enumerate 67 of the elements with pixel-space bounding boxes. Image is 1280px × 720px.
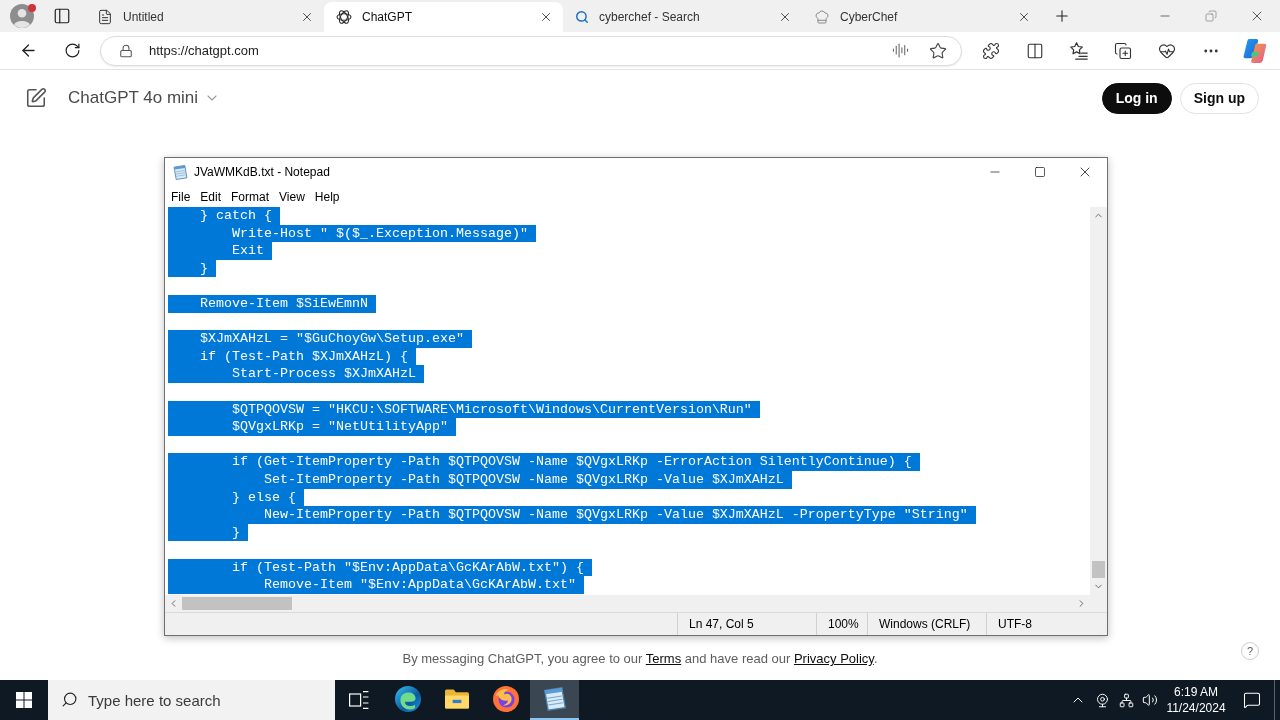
lock-icon[interactable] bbox=[119, 43, 133, 58]
volume-icon[interactable] bbox=[1142, 692, 1158, 708]
profile-avatar-icon[interactable] bbox=[10, 4, 34, 28]
search-icon bbox=[575, 10, 589, 24]
fox-logo-icon[interactable] bbox=[492, 686, 519, 712]
clock-time: 6:19 AM bbox=[1174, 684, 1218, 700]
webcam-icon[interactable] bbox=[1094, 692, 1110, 708]
document-icon bbox=[97, 9, 113, 25]
vertical-scrollbar[interactable] bbox=[1090, 207, 1107, 595]
browser-tab[interactable]: CyberChef bbox=[802, 2, 1041, 32]
plus-icon[interactable] bbox=[1053, 7, 1071, 25]
heart-pulse-icon[interactable] bbox=[1158, 41, 1176, 60]
browser-tab[interactable]: Untitled bbox=[85, 2, 324, 32]
status-text: Ln 47, Col 5 bbox=[689, 616, 754, 633]
help-button[interactable]: ? bbox=[1241, 642, 1259, 660]
close-icon[interactable] bbox=[778, 10, 792, 24]
reload-icon[interactable] bbox=[63, 42, 81, 59]
browser-tab[interactable]: cyberchef - Search bbox=[563, 2, 802, 32]
panel-icon[interactable] bbox=[53, 7, 71, 25]
auth-button[interactable]: Log in bbox=[1101, 82, 1172, 114]
search-icon bbox=[61, 691, 78, 708]
pen-square-icon[interactable] bbox=[25, 87, 47, 109]
model-dropdown[interactable]: ChatGPT 4o mini bbox=[68, 85, 221, 111]
footer-link[interactable]: Terms bbox=[645, 651, 682, 666]
url-text: https://chatgpt.com bbox=[149, 41, 259, 60]
window-title: JVaWMKdB.txt - Notepad bbox=[194, 164, 330, 181]
menu-item[interactable]: File bbox=[166, 186, 196, 207]
audio-lines-icon[interactable] bbox=[892, 42, 909, 59]
clock-date: 11/24/2024 bbox=[1166, 700, 1226, 716]
close-icon[interactable] bbox=[1017, 10, 1031, 24]
menu-item[interactable]: Edit bbox=[195, 186, 227, 207]
address-bar[interactable]: https://chatgpt.com bbox=[100, 35, 962, 66]
footer-link[interactable]: Privacy Policy bbox=[793, 651, 874, 666]
star-icon[interactable] bbox=[929, 41, 947, 60]
maximize-icon[interactable] bbox=[1033, 166, 1046, 178]
taskbar-search-field[interactable]: Type here to search bbox=[48, 680, 335, 720]
knot-icon bbox=[336, 9, 352, 25]
browser-tab[interactable]: ChatGPT bbox=[324, 2, 563, 32]
clock[interactable]: 6:19 AM 11/24/2024 bbox=[1162, 684, 1230, 716]
chef-hat-icon bbox=[814, 9, 830, 25]
notepad-icon[interactable] bbox=[542, 687, 567, 711]
consent-text: By messaging ChatGPT, you agree to our Terms and have read our Privacy Policy. bbox=[402, 650, 878, 668]
ribbon-logo-icon[interactable] bbox=[1243, 38, 1267, 63]
horizontal-scrollbar[interactable] bbox=[165, 595, 1090, 612]
close-icon[interactable] bbox=[539, 10, 553, 24]
menu-item[interactable]: Help bbox=[309, 186, 345, 207]
swirl-logo-icon[interactable] bbox=[394, 686, 421, 712]
network-icon[interactable] bbox=[1118, 692, 1134, 708]
scrollbar-thumb[interactable] bbox=[1092, 561, 1105, 578]
taskbar-app[interactable] bbox=[530, 680, 579, 720]
notification-icon[interactable] bbox=[1243, 691, 1261, 709]
status-text: 100% bbox=[828, 616, 859, 633]
status-text: Windows (CRLF) bbox=[879, 616, 971, 633]
scrollbar-thumb[interactable] bbox=[182, 597, 292, 610]
columns-icon[interactable] bbox=[1026, 41, 1044, 60]
menu-item[interactable]: View bbox=[274, 186, 310, 207]
start-icon[interactable] bbox=[16, 692, 32, 708]
status-text: UTF-8 bbox=[998, 616, 1032, 633]
menu-item[interactable]: Format bbox=[226, 186, 275, 207]
notepad-icon bbox=[173, 164, 188, 180]
puzzle-icon[interactable] bbox=[982, 41, 1000, 60]
copy-plus-icon[interactable] bbox=[1114, 41, 1132, 60]
auth-button[interactable]: Sign up bbox=[1179, 82, 1259, 114]
close-icon[interactable] bbox=[300, 10, 314, 24]
star-list-icon[interactable] bbox=[1070, 41, 1088, 60]
task-view-icon[interactable] bbox=[349, 691, 369, 709]
folder-icon[interactable] bbox=[444, 689, 469, 709]
